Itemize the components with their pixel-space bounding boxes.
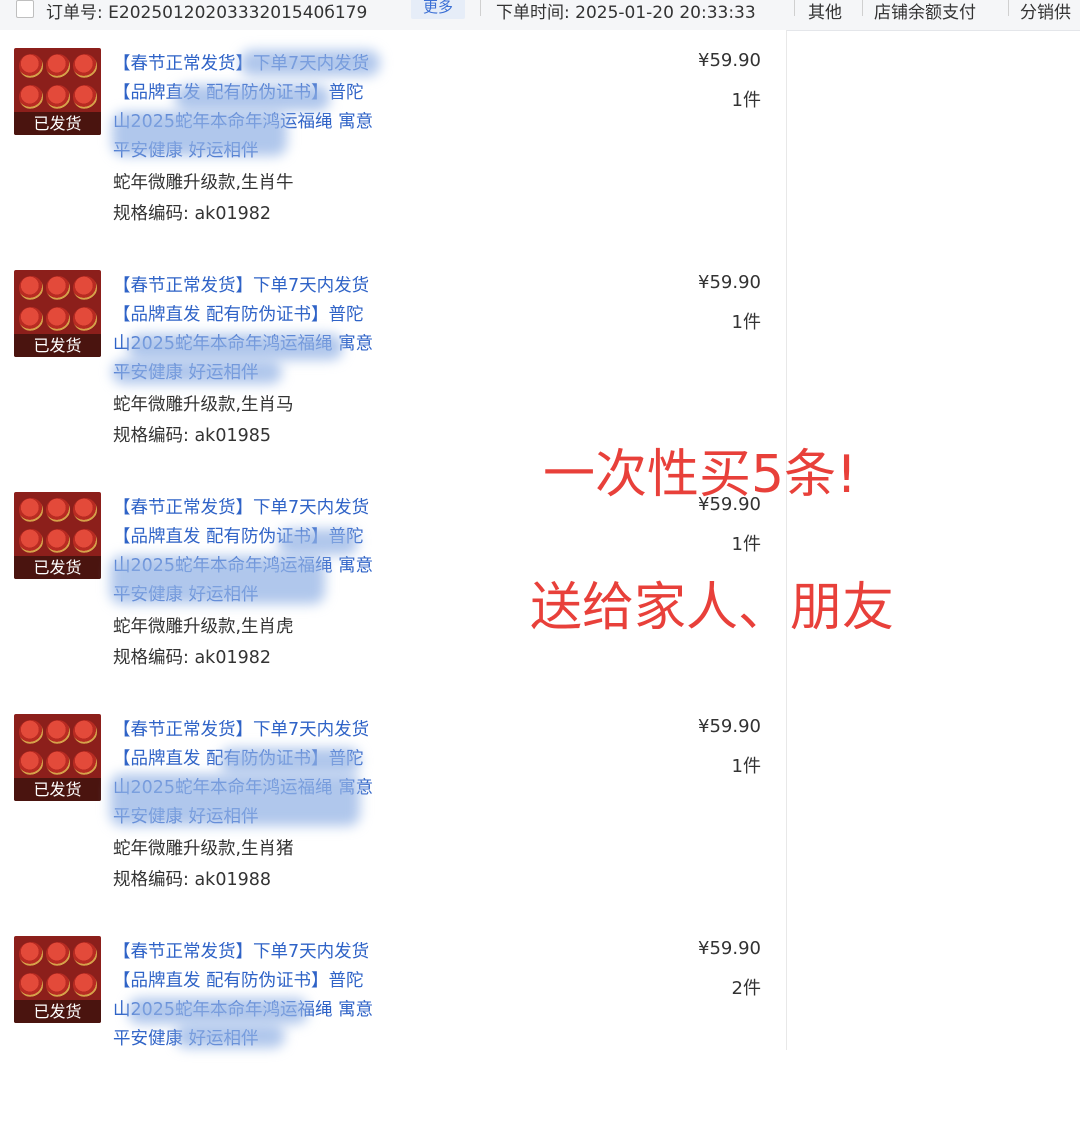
divider (1008, 0, 1009, 16)
order-item-list: 已发货 【春节正常发货】下单7天内发货 【品牌直发 配有防伪证书】普陀 山202… (0, 30, 787, 1140)
product-thumbnail[interactable]: 已发货 (14, 936, 101, 1023)
privacy-blur (175, 85, 330, 111)
item-quantity: 1件 (731, 90, 761, 111)
divider (794, 0, 795, 16)
privacy-blur (112, 360, 282, 384)
tag-payment: 店铺余额支付 (874, 3, 976, 23)
product-spec: 蛇年微雕升级款,生肖猪 (113, 839, 294, 859)
privacy-blur (128, 998, 308, 1024)
spec-code: 规格编码: ak01985 (113, 426, 271, 446)
order-number: 订单号: E2025012020333201540б179 (46, 3, 368, 23)
tag-other: 其他 (808, 3, 842, 23)
order-header: 订单号: E2025012020333201540б179 更多 下单时间: 2… (0, 0, 1080, 31)
spec-code: 规格编码: ak01982 (113, 204, 271, 224)
order-item-row: 已发货 【春节正常发货】下单7天内发货 【品牌直发 配有防伪证书】普陀 山202… (0, 918, 786, 1140)
item-quantity: 1件 (731, 756, 761, 777)
item-price: ¥59.90 (698, 272, 761, 293)
shipped-badge: 已发货 (14, 1000, 101, 1023)
privacy-blur (112, 112, 287, 156)
privacy-blur (175, 1024, 285, 1048)
item-price: ¥59.90 (698, 716, 761, 737)
privacy-blur (240, 50, 380, 76)
item-quantity: 2件 (731, 978, 761, 999)
spec-code: 规格编码: ak01982 (113, 648, 271, 668)
item-quantity: 1件 (731, 312, 761, 333)
privacy-blur (278, 529, 358, 555)
shipped-badge: 已发货 (14, 778, 101, 801)
item-quantity: 1件 (731, 534, 761, 555)
shipped-badge: 已发货 (14, 556, 101, 579)
privacy-blur (110, 774, 360, 826)
product-thumbnail[interactable]: 已发货 (14, 492, 101, 579)
select-order-checkbox[interactable] (16, 0, 34, 18)
product-spec: 蛇年微雕升级款,生肖虎 (113, 617, 294, 637)
order-item-row: 已发货 【春节正常发货】下单7天内发货 【品牌直发 配有防伪证书】普陀 山202… (0, 696, 786, 919)
product-thumbnail[interactable]: 已发货 (14, 48, 101, 135)
product-thumbnail[interactable]: 已发货 (14, 270, 101, 357)
product-spec: 蛇年微雕升级款,生肖牛 (113, 173, 294, 193)
privacy-blur (220, 748, 360, 774)
shipped-badge: 已发货 (14, 112, 101, 135)
order-item-row: 已发货 【春节正常发货】下单7天内发货 【品牌直发 配有防伪证书】普陀 山202… (0, 30, 786, 253)
product-thumbnail[interactable]: 已发货 (14, 714, 101, 801)
divider (480, 0, 481, 16)
promo-annotation-2: 送给家人、朋友 (530, 578, 895, 638)
privacy-blur (128, 334, 343, 360)
order-time: 下单时间: 2025-01-20 20:33:33 (496, 3, 756, 23)
product-spec: 蛇年微雕升级款,生肖马 (113, 395, 294, 415)
privacy-blur (110, 556, 325, 604)
shipped-badge: 已发货 (14, 334, 101, 357)
tag-distribution: 分销供 (1020, 3, 1071, 23)
more-button[interactable]: 更多 (411, 0, 465, 19)
divider (862, 0, 863, 16)
promo-annotation-1: 一次性买5条! (543, 445, 857, 505)
item-price: ¥59.90 (698, 938, 761, 959)
spec-code: 规格编码: ak01988 (113, 870, 271, 890)
item-price: ¥59.90 (698, 50, 761, 71)
